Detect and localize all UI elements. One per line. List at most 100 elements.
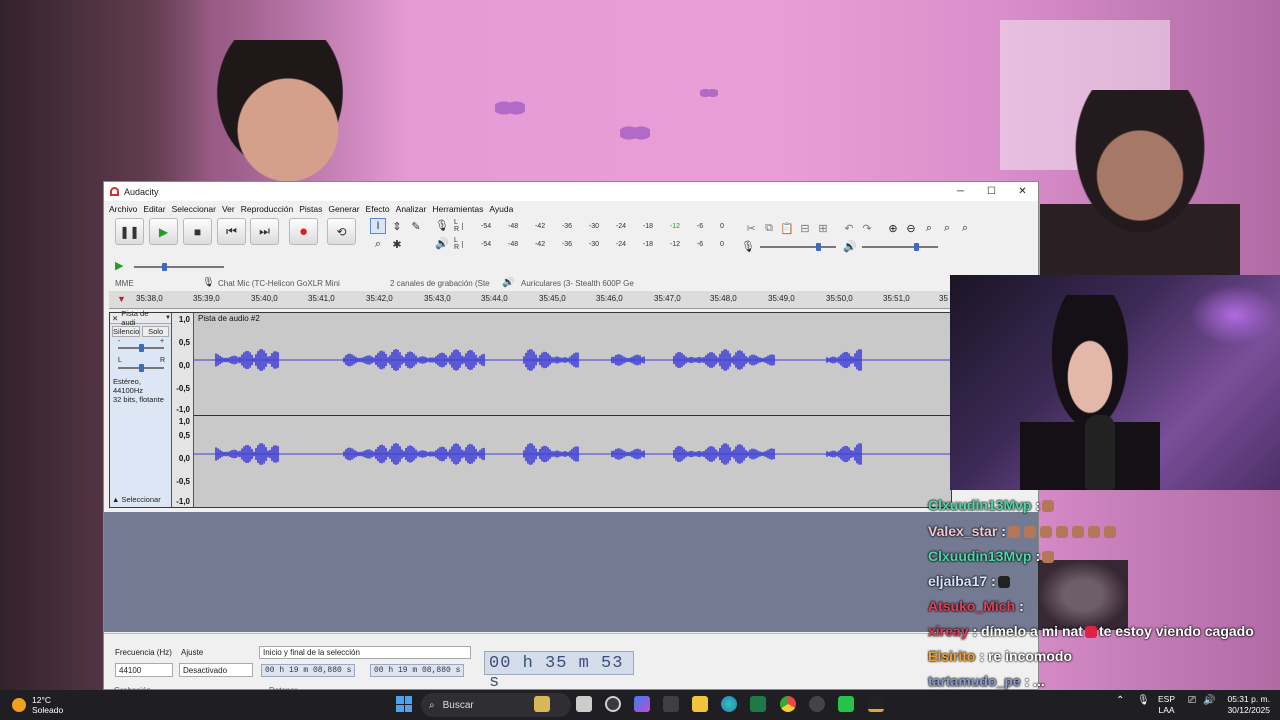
- skip-to-end-button[interactable]: ⏭: [250, 218, 279, 245]
- zoom-toggle-icon[interactable]: ⌕: [956, 222, 974, 235]
- copy-icon[interactable]: ⧉: [760, 222, 778, 235]
- record-button[interactable]: ●: [289, 218, 318, 245]
- menu-ayuda[interactable]: Ayuda: [486, 204, 516, 214]
- task-view-icon[interactable]: [576, 696, 592, 712]
- waveform-area[interactable]: Pista de audio #2: [194, 313, 951, 507]
- fit-selection-icon[interactable]: ⌕: [920, 222, 938, 235]
- track-header[interactable]: ✕ Pista de audi ▼: [110, 309, 171, 327]
- chat-text: :: [1035, 548, 1041, 564]
- excel-icon[interactable]: [750, 696, 766, 712]
- selection-tool-icon[interactable]: I: [370, 218, 386, 234]
- widget-app-icon[interactable]: [534, 696, 550, 712]
- play-head-icon[interactable]: ▼: [117, 294, 126, 304]
- solo-button[interactable]: Solo: [142, 326, 169, 337]
- streamer-microphone: [1085, 415, 1115, 490]
- pan-slider[interactable]: [118, 364, 164, 372]
- output-device-select[interactable]: Auriculares (3- Stealth 600P Ge: [521, 279, 686, 288]
- tray-overflow-icon[interactable]: ⌃: [1116, 695, 1124, 706]
- clock[interactable]: 05:31 p. m. 30/12/2025: [1222, 694, 1270, 716]
- play-button[interactable]: ▶: [149, 218, 178, 245]
- ruler-tick: 35:48,0: [710, 294, 737, 303]
- undo-icon[interactable]: ↶: [840, 222, 858, 235]
- audio-position-time[interactable]: 00 h 35 m 53 s: [484, 651, 634, 692]
- zoom-tool-icon[interactable]: ⌕: [370, 236, 386, 252]
- host-select[interactable]: MME: [115, 279, 195, 288]
- mic-tray-icon[interactable]: 🎙: [1137, 695, 1150, 706]
- selection-end-time[interactable]: 00 h 19 m 08,880 s: [370, 664, 465, 677]
- emote-icon: [997, 576, 1010, 589]
- selection-start-time[interactable]: 00 h 19 m 08,880 s: [261, 664, 356, 677]
- redo-icon[interactable]: ↷: [858, 222, 876, 235]
- menu-archivo[interactable]: Archivo: [106, 204, 140, 214]
- multi-tool-icon[interactable]: ✱: [389, 236, 405, 252]
- ruler-tick: 35:44,0: [481, 294, 508, 303]
- chrome-icon[interactable]: [780, 696, 796, 712]
- person-left: [200, 40, 360, 190]
- menu-pistas[interactable]: Pistas: [296, 204, 325, 214]
- cut-icon[interactable]: ✂: [742, 222, 760, 235]
- chat-username: Atsuko_Mich: [928, 598, 1016, 614]
- chat-message: Clxuudin13Mvp:: [928, 497, 1056, 513]
- paste-icon[interactable]: 📋: [778, 222, 796, 235]
- mute-button[interactable]: Silencio: [112, 326, 141, 337]
- steam-icon[interactable]: [809, 696, 825, 712]
- close-button[interactable]: ✕: [1007, 186, 1038, 197]
- play-speed-slider[interactable]: [134, 263, 224, 271]
- zoom-out-icon[interactable]: ⊖: [902, 222, 920, 235]
- track-menu-arrow-icon[interactable]: ▼: [165, 315, 171, 321]
- track-close-icon[interactable]: ✕: [112, 314, 118, 323]
- project-rate-select[interactable]: 44100: [115, 663, 173, 677]
- selection-mode-select[interactable]: Inicio y final de la selección: [259, 646, 471, 659]
- menu-editar[interactable]: Editar: [140, 204, 168, 214]
- copilot-icon[interactable]: [634, 696, 650, 712]
- weather-widget[interactable]: 12°C Soleado: [12, 695, 63, 715]
- audacity-taskbar-icon[interactable]: [868, 696, 884, 712]
- menu-analizar[interactable]: Analizar: [393, 204, 430, 214]
- select-track-button[interactable]: ▲ Seleccionar: [112, 495, 161, 504]
- timeline-ruler[interactable]: ▼ 35:38,0 35:39,0 35:40,0 35:41,0 35:42,…: [109, 291, 952, 309]
- store-icon[interactable]: [663, 696, 679, 712]
- file-explorer-icon[interactable]: [692, 696, 708, 712]
- track-menu[interactable]: Pista de audi: [121, 309, 162, 327]
- ruler-tick: 35:47,0: [654, 294, 681, 303]
- skip-to-start-button[interactable]: ⏮: [217, 218, 246, 245]
- menu-herramientas[interactable]: Herramientas: [429, 204, 486, 214]
- zoom-in-icon[interactable]: ⊕: [884, 222, 902, 235]
- title-bar[interactable]: Audacity ─ ☐ ✕: [104, 182, 1038, 201]
- playback-meter[interactable]: 🔊 LR -54 -48 -42 -36 -30 -24 -18 -12 -6 0: [435, 236, 726, 252]
- edge-icon[interactable]: [721, 696, 737, 712]
- chatgpt-icon[interactable]: [605, 696, 621, 712]
- snap-select[interactable]: Desactivado: [179, 663, 253, 677]
- menu-ver[interactable]: Ver: [219, 204, 238, 214]
- menu-reproduccion[interactable]: Reproducción: [238, 204, 296, 214]
- loop-button[interactable]: ⟲: [327, 218, 356, 245]
- play-at-speed-icon[interactable]: ▶: [115, 259, 123, 272]
- trim-icon[interactable]: ⊟: [796, 222, 814, 235]
- chat-text: te estoy viendo cagado: [1098, 623, 1254, 639]
- input-device-select[interactable]: Chat Mic (TC-Helicon GoXLR Mini: [218, 279, 383, 288]
- volume-icon[interactable]: 🔊: [1203, 695, 1215, 706]
- stop-button[interactable]: ■: [183, 218, 212, 245]
- obs-icon[interactable]: [838, 696, 854, 712]
- minimize-button[interactable]: ─: [945, 186, 976, 197]
- play-at-speed-toolbar: ▶: [104, 256, 1038, 276]
- network-icon[interactable]: ⎚: [1188, 695, 1196, 706]
- draw-tool-icon[interactable]: ✎: [408, 218, 424, 234]
- menu-seleccionar[interactable]: Seleccionar: [169, 204, 219, 214]
- maximize-button[interactable]: ☐: [976, 186, 1007, 197]
- gain-slider[interactable]: [118, 344, 164, 352]
- menu-efecto[interactable]: Efecto: [363, 204, 393, 214]
- envelope-tool-icon[interactable]: ⇕: [389, 218, 405, 234]
- record-volume-slider[interactable]: [760, 243, 836, 251]
- playback-volume-slider[interactable]: [862, 243, 938, 251]
- empty-track-area[interactable]: [104, 512, 1038, 632]
- windows-start-icon[interactable]: [396, 696, 412, 712]
- gain-minus-label: -: [118, 338, 121, 345]
- language-indicator[interactable]: ESP LAA: [1158, 694, 1175, 716]
- record-meter[interactable]: 🎙 LR -54 -48 -42 -36 -30 -24 -18 -12 -6 0: [435, 218, 726, 234]
- silence-icon[interactable]: ⊞: [814, 222, 832, 235]
- menu-generar[interactable]: Generar: [325, 204, 362, 214]
- channels-select[interactable]: 2 canales de grabación (Ster: [390, 279, 490, 288]
- fit-project-icon[interactable]: ⌕: [938, 222, 956, 235]
- pause-button[interactable]: ❚❚: [115, 218, 144, 245]
